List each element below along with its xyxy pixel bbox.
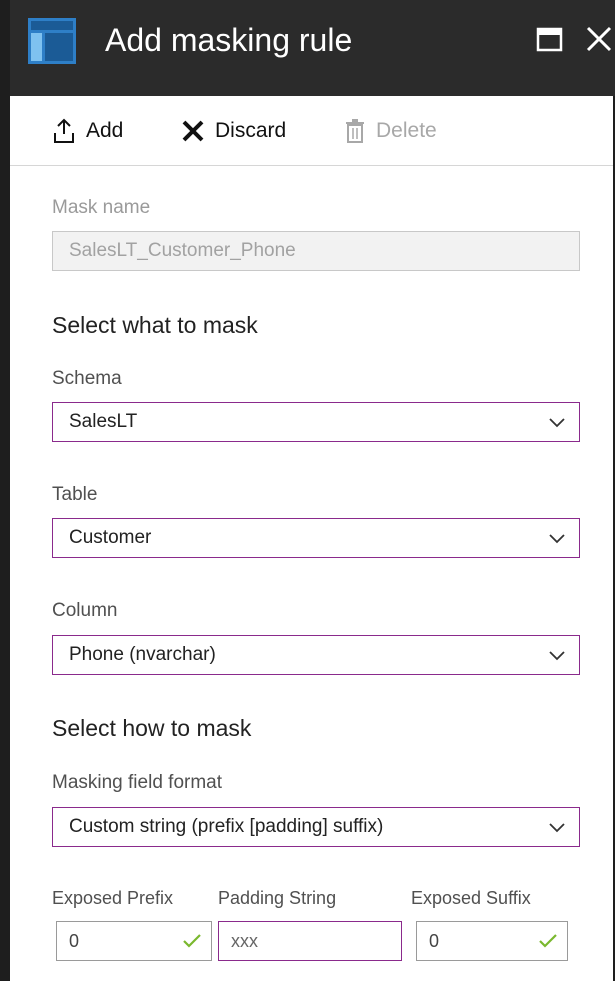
format-value: Custom string (prefix [padding] suffix) (69, 816, 384, 837)
blade-title: Add masking rule (105, 22, 353, 58)
schema-dropdown[interactable]: SalesLT (52, 402, 580, 442)
delete-button[interactable]: Delete (344, 118, 437, 144)
mask-name-field: SalesLT_Customer_Phone (52, 231, 580, 271)
discard-button[interactable]: Discard (181, 118, 286, 144)
chevron-down-icon (549, 651, 565, 661)
column-label: Column (52, 600, 118, 621)
format-dropdown[interactable]: Custom string (prefix [padding] suffix) (52, 807, 580, 847)
exposed-prefix-label: Exposed Prefix (52, 888, 174, 908)
table-label: Table (52, 484, 98, 505)
column-value: Phone (nvarchar) (69, 644, 216, 665)
x-icon (182, 120, 204, 142)
discard-button-label: Discard (215, 119, 287, 142)
blade-left-edge (0, 0, 10, 981)
delete-button-label: Delete (376, 119, 437, 142)
close-icon[interactable] (584, 22, 614, 56)
masking-rule-blade: Add masking rule Add Discard Delete Mask… (0, 0, 615, 981)
exposed-suffix-label: Exposed Suffix (411, 888, 531, 908)
schema-label: Schema (52, 368, 122, 389)
checkmark-icon (183, 934, 201, 948)
command-bar: Add Discard Delete (10, 96, 613, 166)
blade-icon (28, 18, 76, 64)
exposed-suffix-input[interactable]: 0 (416, 921, 568, 961)
upload-icon (54, 118, 74, 143)
title-bar: Add masking rule (10, 0, 615, 96)
exposed-suffix-value: 0 (429, 931, 440, 951)
schema-value: SalesLT (69, 411, 138, 432)
padding-string-label: Padding String (218, 888, 337, 908)
select-how-heading: Select how to mask (52, 715, 252, 741)
chevron-down-icon (549, 418, 565, 428)
add-button[interactable]: Add (52, 118, 123, 144)
chevron-down-icon (549, 823, 565, 833)
exposed-prefix-input[interactable]: 0 (56, 921, 212, 961)
padding-string-input[interactable]: xxx (218, 921, 402, 961)
padding-string-value: xxx (231, 931, 258, 951)
mask-name-value: SalesLT_Customer_Phone (69, 240, 296, 261)
format-label: Masking field format (52, 772, 223, 793)
exposed-prefix-value: 0 (69, 931, 80, 951)
select-what-heading: Select what to mask (52, 312, 258, 338)
mask-name-label: Mask name (52, 197, 151, 218)
maximize-icon[interactable] (536, 26, 564, 54)
checkmark-icon (539, 934, 557, 948)
chevron-down-icon (549, 534, 565, 544)
table-dropdown[interactable]: Customer (52, 518, 580, 558)
column-dropdown[interactable]: Phone (nvarchar) (52, 635, 580, 675)
add-button-label: Add (86, 119, 124, 142)
table-value: Customer (69, 527, 152, 548)
trash-icon (346, 119, 364, 143)
